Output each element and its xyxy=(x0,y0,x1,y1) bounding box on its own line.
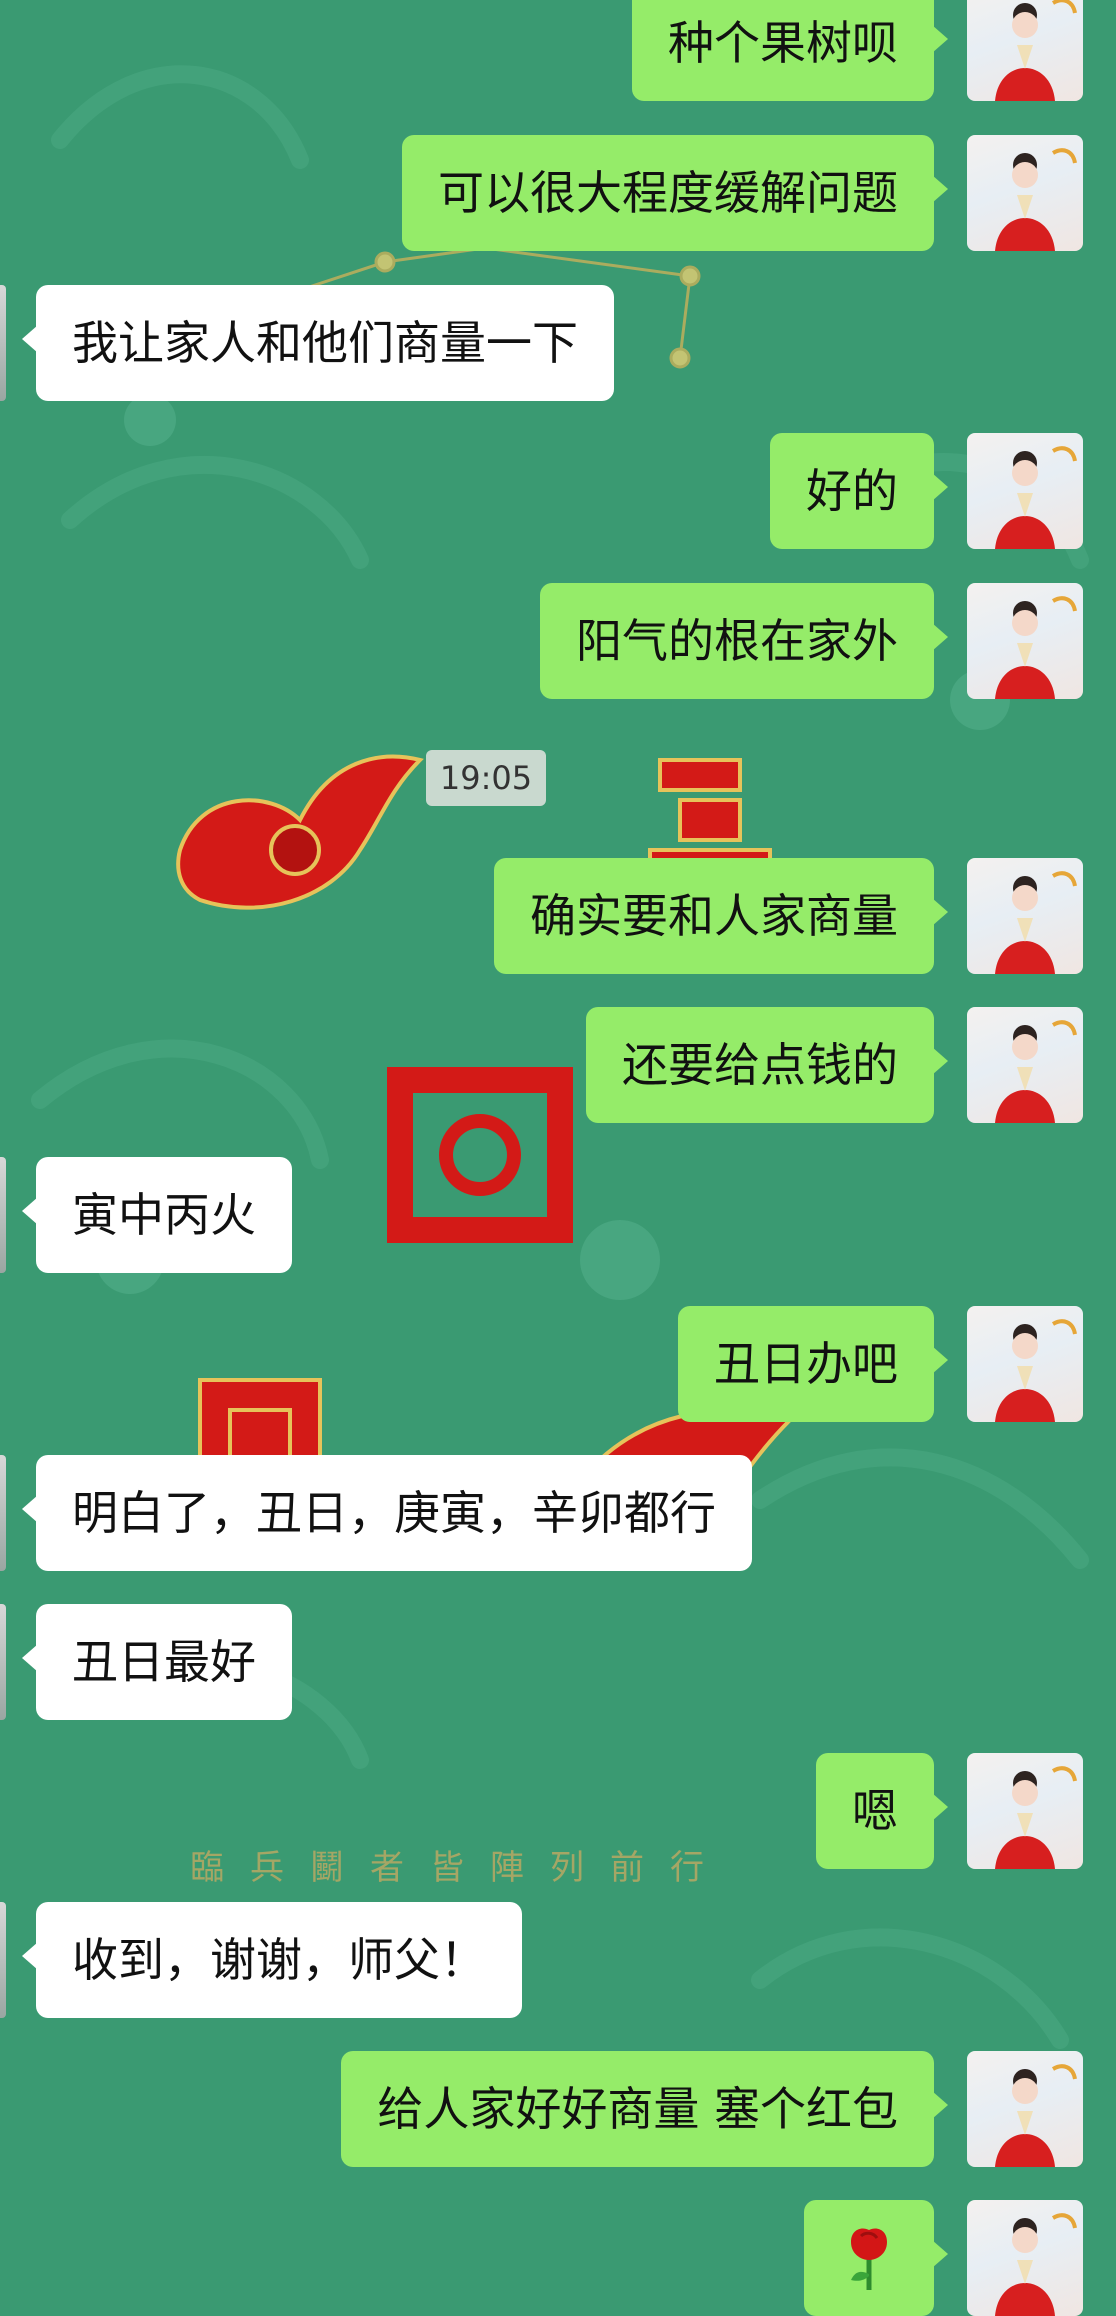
outgoing-message-bubble[interactable]: 还要给点钱的 xyxy=(586,1007,948,1123)
message-row: 嗯 xyxy=(0,1753,1116,1869)
message-row: 明白了，丑日，庚寅，辛卯都行 xyxy=(0,1455,1116,1571)
avatar[interactable] xyxy=(967,2200,1083,2316)
outgoing-message-bubble[interactable]: 好的 xyxy=(770,433,948,549)
avatar-portrait-icon xyxy=(995,871,1077,974)
message-row: 可以很大程度缓解问题 xyxy=(0,135,1116,251)
outgoing-message-bubble[interactable]: 阳气的根在家外 xyxy=(540,583,948,699)
outgoing-message-bubble[interactable]: 给人家好好商量 塞个红包 xyxy=(341,2051,948,2167)
outgoing-message-bubble[interactable] xyxy=(804,2200,948,2316)
avatar-portrait-icon xyxy=(995,596,1077,699)
avatar-portrait-icon xyxy=(995,0,1077,101)
avatar-portrait-icon xyxy=(995,1319,1077,1422)
message-row: 丑日办吧 xyxy=(0,1306,1116,1422)
outgoing-message-bubble[interactable]: 丑日办吧 xyxy=(678,1306,948,1422)
message-row: 好的 xyxy=(0,433,1116,549)
message-row: 给人家好好商量 塞个红包 xyxy=(0,2051,1116,2167)
avatar[interactable] xyxy=(967,858,1083,974)
contact-avatar[interactable] xyxy=(0,1902,6,2018)
message-row: 阳气的根在家外 xyxy=(0,583,1116,699)
message-row: 收到，谢谢，师父！ xyxy=(0,1902,1116,2018)
message-row: 我让家人和他们商量一下 xyxy=(0,285,1116,401)
avatar[interactable] xyxy=(967,2051,1083,2167)
incoming-message-bubble[interactable]: 我让家人和他们商量一下 xyxy=(22,285,614,401)
avatar[interactable] xyxy=(967,135,1083,251)
avatar[interactable] xyxy=(967,1306,1083,1422)
message-row xyxy=(0,2200,1116,2316)
avatar[interactable] xyxy=(967,1007,1083,1123)
message-row: 丑日最好 xyxy=(0,1604,1116,1720)
outgoing-message-bubble[interactable]: 嗯 xyxy=(816,1753,948,1869)
avatar[interactable] xyxy=(967,1753,1083,1869)
contact-avatar[interactable] xyxy=(0,1455,6,1571)
incoming-message-bubble[interactable]: 寅中丙火 xyxy=(22,1157,292,1273)
avatar-portrait-icon xyxy=(995,2064,1077,2167)
avatar-portrait-icon xyxy=(995,2213,1077,2316)
contact-avatar[interactable] xyxy=(0,1604,6,1720)
incoming-message-bubble[interactable]: 丑日最好 xyxy=(22,1604,292,1720)
contact-avatar[interactable] xyxy=(0,1157,6,1273)
outgoing-message-bubble[interactable]: 可以很大程度缓解问题 xyxy=(402,135,948,251)
message-row: 寅中丙火 xyxy=(0,1157,1116,1273)
avatar[interactable] xyxy=(967,433,1083,549)
avatar-portrait-icon xyxy=(995,1766,1077,1869)
incoming-message-bubble[interactable]: 收到，谢谢，师父！ xyxy=(22,1902,522,2018)
avatar-portrait-icon xyxy=(995,148,1077,251)
outgoing-message-bubble[interactable]: 确实要和人家商量 xyxy=(494,858,948,974)
avatar[interactable] xyxy=(967,583,1083,699)
avatar-portrait-icon xyxy=(995,1020,1077,1123)
message-row: 确实要和人家商量 xyxy=(0,858,1116,974)
message-row: 种个果树呗 xyxy=(0,0,1116,101)
chat-messages: 种个果树呗 可以很大程度缓解问题 我让家人和他们商量一下 好的 阳气的根在家外 … xyxy=(0,0,1116,2316)
message-row: 还要给点钱的 xyxy=(0,1007,1116,1123)
contact-avatar[interactable] xyxy=(0,285,6,401)
incoming-message-bubble[interactable]: 明白了，丑日，庚寅，辛卯都行 xyxy=(22,1455,752,1571)
avatar[interactable] xyxy=(967,0,1083,101)
avatar-portrait-icon xyxy=(995,446,1077,549)
outgoing-message-bubble[interactable]: 种个果树呗 xyxy=(632,0,948,101)
